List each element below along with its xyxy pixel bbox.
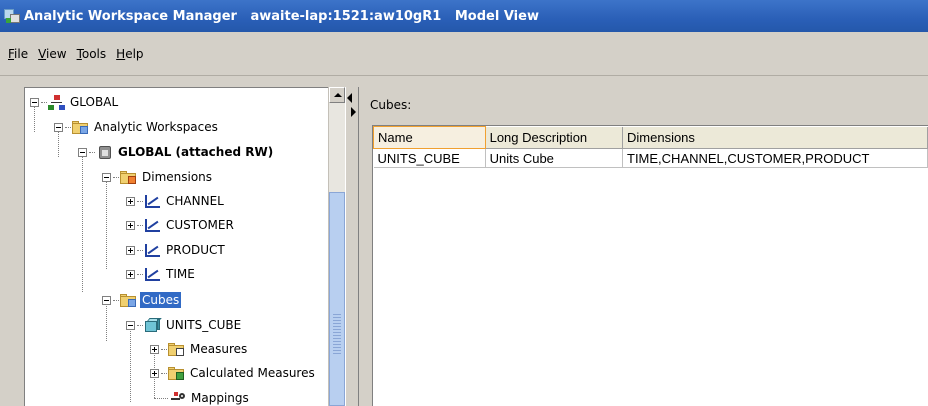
dimension-icon [144,194,161,209]
cube-icon [144,317,162,333]
expand-icon[interactable] [126,220,135,230]
tree-node-cubes[interactable]: Cubes [102,291,182,309]
scroll-up-button[interactable] [329,87,345,103]
collapse-left-arrow-icon[interactable] [347,93,352,103]
menu-view[interactable]: View [38,47,66,61]
cell-long-description[interactable]: Units Cube [485,148,624,168]
cubes-panel: Cubes: Name Long Description Dimensions … [360,87,928,406]
tree-node-units-cube[interactable]: UNITS_CUBE [126,316,243,334]
tree-label: Calculated Measures [190,366,315,380]
tree-label: Dimensions [142,170,213,184]
calculated-measures-folder-icon [168,366,185,381]
collapse-icon[interactable] [102,295,111,305]
tree-node-global[interactable]: GLOBAL [30,93,120,111]
collapse-icon[interactable] [102,172,111,182]
tree-node-mappings[interactable]: Mappings [154,389,251,406]
tree-label-selected: Cubes [140,292,182,308]
dimension-icon [144,243,161,258]
tree-label: TIME [166,267,195,281]
dimension-icon [144,218,161,233]
tree-label: GLOBAL [70,95,119,109]
tree-node-channel[interactable]: CHANNEL [126,192,226,210]
collapse-icon[interactable] [30,97,39,107]
column-header-name[interactable]: Name [373,126,486,149]
tree-label: CHANNEL [166,194,224,208]
expand-icon[interactable] [126,245,135,255]
scrollbar-thumb[interactable] [329,192,345,406]
scrollbar-grip-icon [333,314,341,354]
expand-icon[interactable] [150,368,159,378]
column-header-dimensions[interactable]: Dimensions [622,126,928,149]
menu-bar: File View Tools Help [0,32,928,76]
folder-icon [72,120,89,135]
tree-label: PRODUCT [166,243,225,257]
column-header-long-description[interactable]: Long Description [485,126,624,149]
tree-node-customer[interactable]: CUSTOMER [126,216,236,234]
cubes-table-container: Name Long Description Dimensions UNITS_C… [372,125,928,406]
expand-icon[interactable] [126,269,135,279]
app-icon [4,9,20,23]
window-title: Analytic Workspace Manager awaite-lap:15… [24,8,539,24]
tree-label: CUSTOMER [166,218,234,232]
tree-label: Mappings [191,391,249,405]
tree-label: Analytic Workspaces [94,120,218,134]
table-row[interactable]: UNITS_CUBE Units Cube TIME,CHANNEL,CUSTO… [373,148,928,168]
tree-node-workspace[interactable]: GLOBAL (attached RW) [78,143,275,161]
menu-file[interactable]: File [8,47,28,61]
dimension-icon [144,267,161,282]
expand-icon[interactable] [126,196,135,206]
tree-label: UNITS_CUBE [166,318,242,332]
dimensions-folder-icon [120,170,137,185]
tree-scrollbar[interactable] [328,87,345,406]
cubes-folder-icon [120,293,137,308]
tree-node-product[interactable]: PRODUCT [126,241,227,259]
cubes-heading: Cubes: [370,98,412,112]
cubes-table: Name Long Description Dimensions UNITS_C… [373,126,928,168]
cell-dimensions[interactable]: TIME,CHANNEL,CUSTOMER,PRODUCT [622,148,928,168]
title-bar: Analytic Workspace Manager awaite-lap:15… [0,0,928,32]
expand-right-arrow-icon[interactable] [351,107,356,117]
collapse-icon[interactable] [126,320,135,330]
collapse-icon[interactable] [54,122,63,132]
navigation-tree[interactable]: GLOBAL Analytic Workspaces GLOBAL (attac… [24,87,346,406]
tree-node-calculated-measures[interactable]: Calculated Measures [150,364,317,382]
expand-icon[interactable] [150,344,159,354]
tree-label: GLOBAL (attached RW) [118,145,274,159]
tree-node-analytic-workspaces[interactable]: Analytic Workspaces [54,118,220,136]
tree-label: Measures [190,342,248,356]
split-pane-divider[interactable] [345,87,359,406]
menu-tools[interactable]: Tools [77,47,107,61]
tree-node-time[interactable]: TIME [126,265,197,283]
tree-node-dimensions[interactable]: Dimensions [102,168,214,186]
mappings-icon [169,391,186,406]
cell-name[interactable]: UNITS_CUBE [373,148,486,168]
measures-folder-icon [168,342,185,357]
tree-node-measures[interactable]: Measures [150,340,249,358]
menu-help[interactable]: Help [116,47,143,61]
database-icon [96,145,113,160]
table-header-row: Name Long Description Dimensions [373,126,928,149]
network-icon [48,94,65,110]
collapse-icon[interactable] [78,147,87,157]
